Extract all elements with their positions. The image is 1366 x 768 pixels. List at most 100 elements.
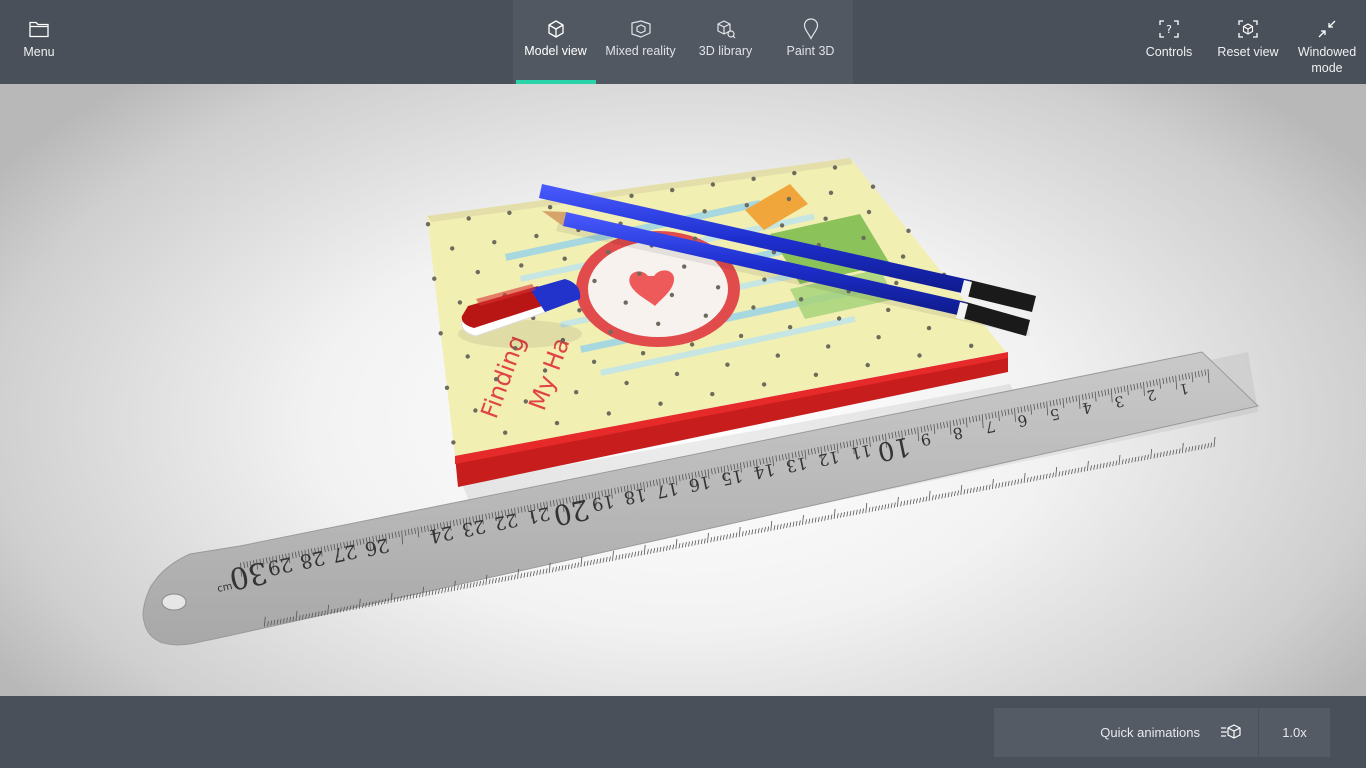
ruler-tick	[612, 550, 614, 561]
tab-3d-library-label: 3D library	[698, 44, 753, 58]
ruler-tick	[1106, 462, 1108, 468]
ruler-tick	[647, 549, 649, 555]
cover-dot	[608, 329, 613, 335]
tab-mixed-reality-label: Mixed reality	[605, 44, 676, 58]
ruler-tick	[741, 531, 744, 537]
ruler-tick	[824, 515, 826, 521]
ruler-tick	[846, 511, 849, 517]
tab-model-view[interactable]: Model view	[513, 0, 598, 84]
cover-dot	[554, 420, 560, 426]
ruler-tick	[976, 486, 978, 493]
ruler-tick	[1200, 444, 1203, 450]
cover-dot	[473, 408, 478, 413]
cover-dot	[969, 343, 974, 348]
ruler-tick	[1156, 452, 1159, 458]
ruler-tick	[479, 580, 481, 587]
ruler-tick	[751, 529, 754, 535]
cover-dot	[689, 342, 695, 347]
ruler-tick	[1014, 479, 1016, 485]
ruler-tick	[1071, 468, 1073, 475]
cover-dot	[432, 276, 437, 281]
ruler-tick	[988, 484, 991, 490]
ruler-tick	[954, 491, 956, 497]
cover-dot	[738, 333, 744, 339]
ruler-tick	[495, 577, 497, 584]
ruler-tick	[969, 488, 972, 494]
reset-view-button[interactable]: Reset view	[1214, 0, 1282, 84]
ruler-tick	[716, 536, 719, 542]
ruler-tick	[874, 506, 877, 512]
tab-mixed-reality[interactable]: Mixed reality	[598, 0, 683, 84]
ruler-tick	[552, 567, 554, 573]
ruler-tick	[764, 527, 766, 533]
windowed-mode-button[interactable]: Windowed mode	[1292, 0, 1362, 84]
menu-button[interactable]: Menu	[14, 0, 64, 84]
ruler-tick	[1090, 465, 1092, 471]
ruler-tick	[571, 563, 573, 569]
ruler-tick	[1125, 458, 1127, 464]
paint-drop-icon	[800, 18, 822, 40]
reset-view-icon	[1237, 18, 1259, 40]
cover-dot	[762, 277, 767, 282]
ruler-tick	[1093, 464, 1096, 470]
animation-speed-button[interactable]: 1.0x	[1259, 708, 1330, 757]
ruler-tick	[510, 575, 513, 581]
ruler-tick	[770, 520, 773, 531]
ruler-tick	[773, 525, 776, 531]
ruler-tick	[802, 514, 804, 525]
cover-dot	[751, 305, 756, 310]
ruler-tick	[1020, 478, 1023, 484]
ruler-tick	[900, 501, 902, 507]
cover-dot	[798, 297, 804, 302]
cover-dot	[917, 353, 922, 358]
ruler-tick	[836, 513, 839, 519]
ruler-tick	[703, 538, 706, 544]
ruler-tick	[691, 540, 694, 546]
ruler-tick	[865, 502, 868, 513]
ruler-tick	[1153, 453, 1156, 459]
quick-animations-button[interactable]: Quick animations	[994, 708, 1258, 757]
ruler-tick	[460, 584, 462, 590]
ruler-tick	[1163, 451, 1165, 457]
ruler-tick	[628, 552, 630, 558]
ruler-tick	[859, 509, 861, 515]
ruler-tick	[732, 533, 735, 539]
ruler-tick	[1083, 466, 1086, 472]
controls-button[interactable]: ? Controls	[1140, 0, 1198, 84]
ruler-tick	[979, 486, 982, 492]
ruler-tick	[798, 520, 801, 526]
tab-paint-3d[interactable]: Paint 3D	[768, 0, 853, 84]
cover-dot	[450, 246, 455, 251]
ruler-tick	[1033, 476, 1035, 482]
ruler-tick	[558, 566, 561, 572]
ruler-tick	[871, 506, 874, 512]
ruler-tick	[1061, 470, 1064, 476]
ruler-tick	[1178, 448, 1181, 454]
ruler-tick	[1099, 463, 1102, 469]
cover-dot	[493, 377, 499, 382]
ruler-tick	[767, 526, 770, 532]
ruler-tick	[821, 516, 823, 522]
cover-dot	[574, 390, 579, 395]
cover-dot	[444, 385, 450, 390]
ruler-tick	[992, 478, 994, 490]
ruler-tick	[925, 496, 928, 502]
cover-dot	[866, 209, 872, 215]
cover-dot	[606, 411, 611, 416]
ruler-tick	[903, 500, 906, 506]
ruler-tick	[656, 547, 659, 553]
ruler-tick	[1004, 481, 1007, 487]
ruler-tick	[792, 521, 795, 527]
cover-dot	[715, 285, 721, 290]
model-viewport[interactable]: Finding My Ha 1 2 3 4 5 6 7 8 9 10 11 12…	[0, 84, 1366, 696]
ruler-tick	[498, 577, 500, 583]
cover-dot	[475, 269, 480, 275]
ruler-tick	[669, 545, 671, 551]
cover-dot	[457, 300, 463, 305]
cover-dot	[787, 325, 793, 330]
ruler-tick	[678, 543, 681, 549]
tab-3d-library[interactable]: 3D library	[683, 0, 768, 84]
ruler-tick	[916, 498, 918, 504]
cover-dot	[577, 308, 582, 313]
ruler-tick	[700, 539, 703, 545]
